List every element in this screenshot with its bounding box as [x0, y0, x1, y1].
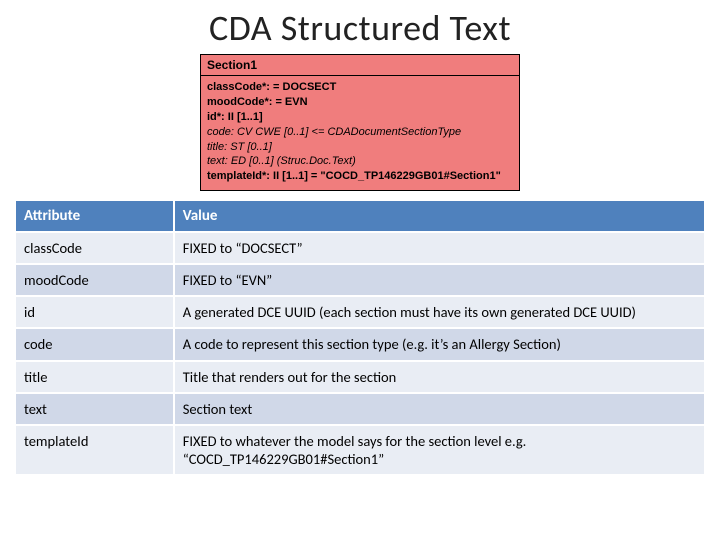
cell-val: A code to represent this section type (e… [174, 328, 705, 360]
uml-attr-line: code: CV CWE [0..1] <= CDADocumentSectio… [207, 125, 513, 140]
uml-class-box: Section1 classCode*: = DOCSECT moodCode*… [200, 54, 520, 191]
cell-attr: title [15, 361, 174, 393]
table-row: classCode FIXED to “DOCSECT” [15, 232, 705, 264]
table-row: id A generated DCE UUID (each section mu… [15, 296, 705, 328]
cell-val: Title that renders out for the section [174, 361, 705, 393]
cell-attr: templateId [15, 425, 174, 475]
attribute-table: Attribute Value classCode FIXED to “DOCS… [14, 199, 706, 476]
table-row: code A code to represent this section ty… [15, 328, 705, 360]
cell-val: FIXED to whatever the model says for the… [174, 425, 705, 475]
table-header-row: Attribute Value [15, 200, 705, 232]
table-row: moodCode FIXED to “EVN” [15, 264, 705, 296]
cell-attr: classCode [15, 232, 174, 264]
table-row: title Title that renders out for the sec… [15, 361, 705, 393]
uml-class-name: Section1 [201, 55, 519, 76]
uml-attr-line: moodCode*: = EVN [207, 95, 513, 110]
table-row: text Section text [15, 393, 705, 425]
header-attribute: Attribute [15, 200, 174, 232]
slide: CDA Structured Text Section1 classCode*:… [0, 0, 720, 540]
cell-attr: moodCode [15, 264, 174, 296]
cell-attr: id [15, 296, 174, 328]
cell-val: A generated DCE UUID (each section must … [174, 296, 705, 328]
uml-attr-line: templateId*: II [1..1] = "COCD_TP146229G… [207, 169, 513, 184]
cell-val: FIXED to “EVN” [174, 264, 705, 296]
uml-attr-line: classCode*: = DOCSECT [207, 80, 513, 95]
header-value: Value [174, 200, 705, 232]
uml-attr-line: id*: II [1..1] [207, 110, 513, 125]
diagram-wrap: Section1 classCode*: = DOCSECT moodCode*… [14, 54, 706, 191]
cell-attr: text [15, 393, 174, 425]
cell-val: FIXED to “DOCSECT” [174, 232, 705, 264]
page-title: CDA Structured Text [14, 6, 706, 50]
table-row: templateId FIXED to whatever the model s… [15, 425, 705, 475]
cell-attr: code [15, 328, 174, 360]
uml-attr-line: title: ST [0..1] [207, 140, 513, 155]
uml-attr-line: text: ED [0..1] (Struc.Doc.Text) [207, 154, 513, 169]
cell-val: Section text [174, 393, 705, 425]
uml-class-body: classCode*: = DOCSECT moodCode*: = EVN i… [201, 76, 519, 190]
